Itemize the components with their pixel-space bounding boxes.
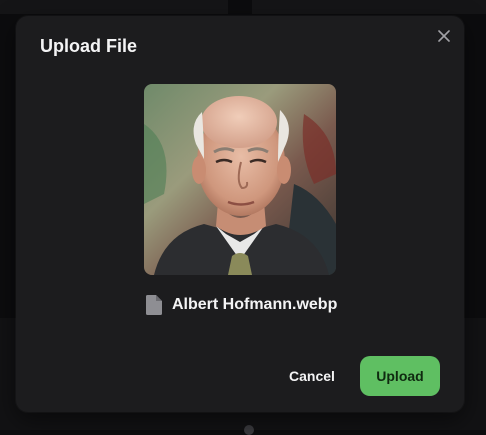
cancel-button[interactable]: Cancel [280, 356, 344, 396]
background-panel [0, 0, 228, 14]
background-panel [252, 0, 486, 14]
close-icon [438, 29, 450, 47]
background-indicator [244, 425, 254, 435]
file-icon [146, 295, 162, 315]
upload-button[interactable]: Upload [360, 356, 440, 396]
upload-file-dialog: Upload File Albert Hofmann.webp Cancel U… [16, 16, 464, 412]
image-preview [144, 84, 336, 275]
close-button[interactable] [434, 28, 454, 48]
dialog-title: Upload File [40, 36, 138, 56]
file-info: Albert Hofmann.webp [146, 294, 337, 316]
file-name: Albert Hofmann.webp [172, 296, 338, 313]
